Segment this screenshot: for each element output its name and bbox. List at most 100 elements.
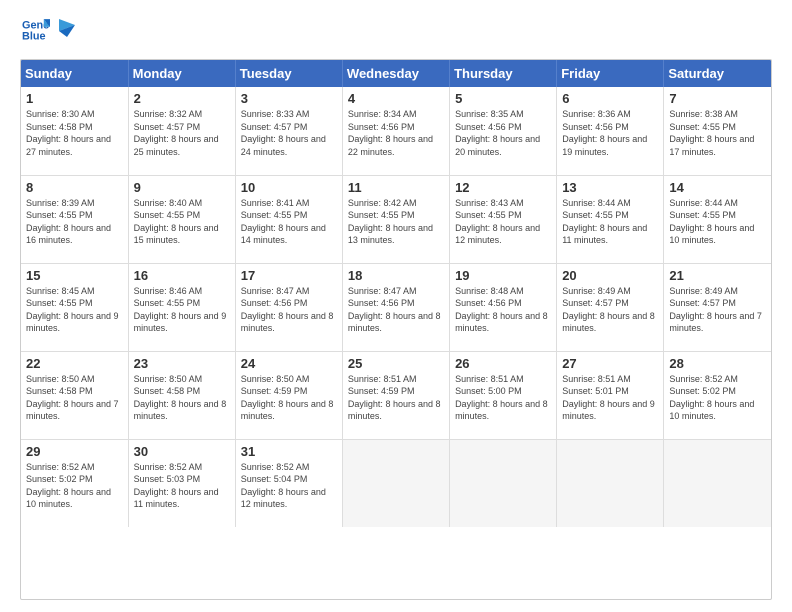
cell-info: Sunrise: 8:34 AMSunset: 4:56 PMDaylight:… <box>348 109 433 157</box>
cell-info: Sunrise: 8:42 AMSunset: 4:55 PMDaylight:… <box>348 198 433 246</box>
calendar-cell: 13 Sunrise: 8:44 AMSunset: 4:55 PMDayligh… <box>557 175 664 263</box>
day-header-thursday: Thursday <box>450 60 557 87</box>
day-number: 15 <box>26 268 123 283</box>
cell-info: Sunrise: 8:48 AMSunset: 4:56 PMDaylight:… <box>455 286 548 334</box>
cell-info: Sunrise: 8:50 AMSunset: 4:58 PMDaylight:… <box>26 374 119 422</box>
calendar-week-1: 1 Sunrise: 8:30 AMSunset: 4:58 PMDaylight… <box>21 87 771 175</box>
calendar-cell: 27 Sunrise: 8:51 AMSunset: 5:01 PMDayligh… <box>557 351 664 439</box>
calendar-cell: 5 Sunrise: 8:35 AMSunset: 4:56 PMDaylight… <box>450 87 557 175</box>
calendar-cell: 11Sunrise: 8:42 AMSunset: 4:55 PMDayligh… <box>342 175 449 263</box>
calendar-cell: 1 Sunrise: 8:30 AMSunset: 4:58 PMDaylight… <box>21 87 128 175</box>
calendar-week-4: 22 Sunrise: 8:50 AMSunset: 4:58 PMDayligh… <box>21 351 771 439</box>
day-number: 21 <box>669 268 766 283</box>
cell-info: Sunrise: 8:44 AMSunset: 4:55 PMDaylight:… <box>669 198 754 246</box>
cell-info: Sunrise: 8:49 AMSunset: 4:57 PMDaylight:… <box>669 286 762 334</box>
cell-info: Sunrise: 8:47 AMSunset: 4:56 PMDaylight:… <box>241 286 334 334</box>
day-number: 16 <box>134 268 230 283</box>
cell-info: Sunrise: 8:30 AMSunset: 4:58 PMDaylight:… <box>26 109 111 157</box>
cell-info: Sunrise: 8:51 AMSunset: 4:59 PMDaylight:… <box>348 374 441 422</box>
calendar-cell: 19 Sunrise: 8:48 AMSunset: 4:56 PMDayligh… <box>450 263 557 351</box>
calendar-cell: 21 Sunrise: 8:49 AMSunset: 4:57 PMDayligh… <box>664 263 771 351</box>
day-number: 28 <box>669 356 766 371</box>
day-number: 22 <box>26 356 123 371</box>
cell-info: Sunrise: 8:51 AMSunset: 5:00 PMDaylight:… <box>455 374 548 422</box>
calendar-cell: 15 Sunrise: 8:45 AMSunset: 4:55 PMDayligh… <box>21 263 128 351</box>
calendar-cell: 14 Sunrise: 8:44 AMSunset: 4:55 PMDayligh… <box>664 175 771 263</box>
calendar-week-3: 15 Sunrise: 8:45 AMSunset: 4:55 PMDayligh… <box>21 263 771 351</box>
day-number: 29 <box>26 444 123 459</box>
day-number: 20 <box>562 268 658 283</box>
day-number: 4 <box>348 91 444 106</box>
calendar-cell: 31 Sunrise: 8:52 AMSunset: 5:04 PMDayligh… <box>235 439 342 527</box>
calendar-cell: 23 Sunrise: 8:50 AMSunset: 4:58 PMDayligh… <box>128 351 235 439</box>
calendar-cell: 7Sunrise: 8:38 AMSunset: 4:55 PMDaylight… <box>664 87 771 175</box>
day-number: 6 <box>562 91 658 106</box>
day-number: 24 <box>241 356 337 371</box>
calendar-week-2: 8 Sunrise: 8:39 AMSunset: 4:55 PMDaylight… <box>21 175 771 263</box>
day-header-saturday: Saturday <box>664 60 771 87</box>
cell-info: Sunrise: 8:51 AMSunset: 5:01 PMDaylight:… <box>562 374 655 422</box>
cell-info: Sunrise: 8:36 AMSunset: 4:56 PMDaylight:… <box>562 109 647 157</box>
calendar-cell: 20Sunrise: 8:49 AMSunset: 4:57 PMDayligh… <box>557 263 664 351</box>
day-number: 25 <box>348 356 444 371</box>
day-number: 12 <box>455 180 551 195</box>
calendar-cell: 16 Sunrise: 8:46 AMSunset: 4:55 PMDayligh… <box>128 263 235 351</box>
calendar-week-5: 29 Sunrise: 8:52 AMSunset: 5:02 PMDayligh… <box>21 439 771 527</box>
calendar-cell: 22 Sunrise: 8:50 AMSunset: 4:58 PMDayligh… <box>21 351 128 439</box>
day-header-tuesday: Tuesday <box>235 60 342 87</box>
cell-info: Sunrise: 8:45 AMSunset: 4:55 PMDaylight:… <box>26 286 119 334</box>
day-number: 7 <box>669 91 766 106</box>
day-number: 19 <box>455 268 551 283</box>
calendar: SundayMondayTuesdayWednesdayThursdayFrid… <box>20 59 772 600</box>
cell-info: Sunrise: 8:32 AMSunset: 4:57 PMDaylight:… <box>134 109 219 157</box>
calendar-cell <box>557 439 664 527</box>
day-number: 1 <box>26 91 123 106</box>
logo: General Blue <box>20 16 77 49</box>
calendar-cell: 8 Sunrise: 8:39 AMSunset: 4:55 PMDaylight… <box>21 175 128 263</box>
calendar-cell: 28Sunrise: 8:52 AMSunset: 5:02 PMDayligh… <box>664 351 771 439</box>
day-number: 18 <box>348 268 444 283</box>
cell-info: Sunrise: 8:50 AMSunset: 4:59 PMDaylight:… <box>241 374 334 422</box>
cell-info: Sunrise: 8:50 AMSunset: 4:58 PMDaylight:… <box>134 374 227 422</box>
calendar-cell: 3 Sunrise: 8:33 AMSunset: 4:57 PMDaylight… <box>235 87 342 175</box>
day-number: 31 <box>241 444 337 459</box>
day-number: 3 <box>241 91 337 106</box>
logo-flag-icon <box>55 17 77 39</box>
calendar-cell: 12 Sunrise: 8:43 AMSunset: 4:55 PMDayligh… <box>450 175 557 263</box>
day-number: 14 <box>669 180 766 195</box>
day-number: 27 <box>562 356 658 371</box>
day-header-wednesday: Wednesday <box>342 60 449 87</box>
cell-info: Sunrise: 8:52 AMSunset: 5:04 PMDaylight:… <box>241 462 326 510</box>
cell-info: Sunrise: 8:44 AMSunset: 4:55 PMDaylight:… <box>562 198 647 246</box>
calendar-cell: 6 Sunrise: 8:36 AMSunset: 4:56 PMDaylight… <box>557 87 664 175</box>
day-number: 10 <box>241 180 337 195</box>
day-number: 8 <box>26 180 123 195</box>
cell-info: Sunrise: 8:33 AMSunset: 4:57 PMDaylight:… <box>241 109 326 157</box>
cell-info: Sunrise: 8:39 AMSunset: 4:55 PMDaylight:… <box>26 198 111 246</box>
calendar-cell: 24 Sunrise: 8:50 AMSunset: 4:59 PMDayligh… <box>235 351 342 439</box>
cell-info: Sunrise: 8:43 AMSunset: 4:55 PMDaylight:… <box>455 198 540 246</box>
cell-info: Sunrise: 8:52 AMSunset: 5:02 PMDaylight:… <box>26 462 111 510</box>
calendar-cell: 4 Sunrise: 8:34 AMSunset: 4:56 PMDaylight… <box>342 87 449 175</box>
svg-text:Blue: Blue <box>22 30 46 42</box>
cell-info: Sunrise: 8:52 AMSunset: 5:03 PMDaylight:… <box>134 462 219 510</box>
calendar-cell: 29 Sunrise: 8:52 AMSunset: 5:02 PMDayligh… <box>21 439 128 527</box>
day-number: 2 <box>134 91 230 106</box>
calendar-cell: 10Sunrise: 8:41 AMSunset: 4:55 PMDayligh… <box>235 175 342 263</box>
calendar-cell: 17Sunrise: 8:47 AMSunset: 4:56 PMDayligh… <box>235 263 342 351</box>
calendar-header: SundayMondayTuesdayWednesdayThursdayFrid… <box>21 60 771 87</box>
day-header-monday: Monday <box>128 60 235 87</box>
day-number: 5 <box>455 91 551 106</box>
day-number: 26 <box>455 356 551 371</box>
calendar-cell: 2 Sunrise: 8:32 AMSunset: 4:57 PMDaylight… <box>128 87 235 175</box>
day-number: 23 <box>134 356 230 371</box>
page-header: General Blue <box>20 16 772 49</box>
cell-info: Sunrise: 8:46 AMSunset: 4:55 PMDaylight:… <box>134 286 227 334</box>
cell-info: Sunrise: 8:35 AMSunset: 4:56 PMDaylight:… <box>455 109 540 157</box>
calendar-cell <box>664 439 771 527</box>
day-header-sunday: Sunday <box>21 60 128 87</box>
calendar-cell: 9Sunrise: 8:40 AMSunset: 4:55 PMDaylight… <box>128 175 235 263</box>
calendar-cell <box>450 439 557 527</box>
day-number: 13 <box>562 180 658 195</box>
calendar-cell: 30Sunrise: 8:52 AMSunset: 5:03 PMDayligh… <box>128 439 235 527</box>
